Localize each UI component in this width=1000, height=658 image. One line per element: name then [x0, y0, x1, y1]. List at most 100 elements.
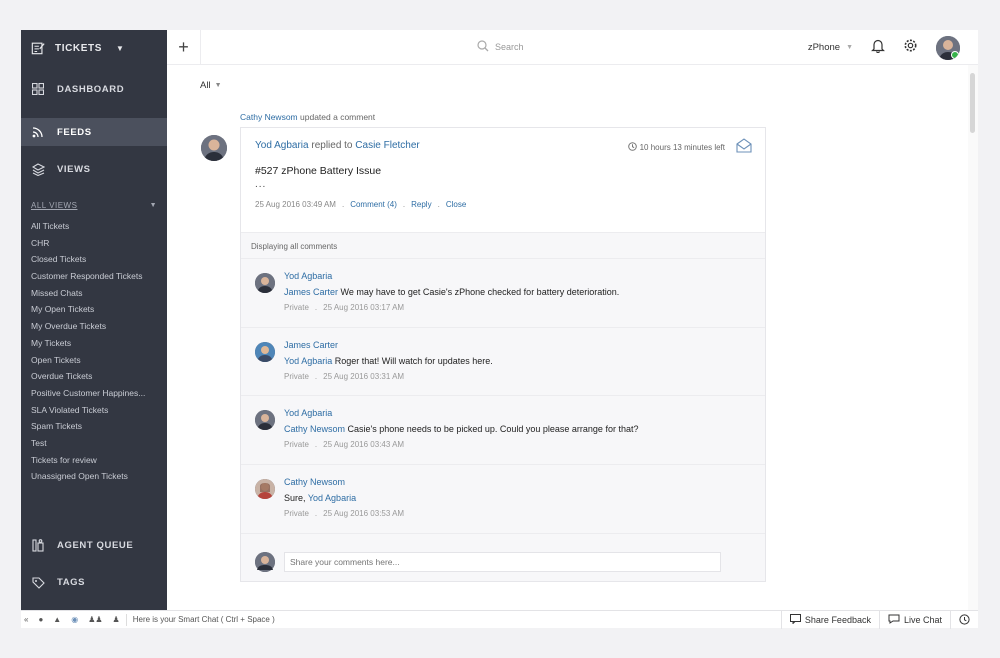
feed-panel: All ▼ Cathy Newsom updated a comment Yod… — [167, 65, 968, 610]
ticket-note-icon — [31, 41, 45, 55]
divider — [125, 613, 127, 626]
share-comment-input[interactable] — [284, 552, 721, 572]
live-chat-button[interactable]: Live Chat — [878, 611, 950, 629]
view-item[interactable]: My Overdue Tickets — [21, 318, 167, 335]
bot-icon[interactable]: ● — [38, 615, 43, 624]
view-item[interactable]: Closed Tickets — [21, 251, 167, 268]
activity-actor-link[interactable]: Cathy Newsom — [240, 112, 298, 122]
bell-icon[interactable]: ▲ — [53, 615, 61, 624]
sidebar-item-views[interactable]: VIEWS — [21, 155, 167, 183]
avatar[interactable] — [255, 479, 275, 500]
ticket-meta: 25 Aug 2016 03:49 AM . Comment (4) . Rep… — [255, 200, 751, 209]
close-link[interactable]: Close — [446, 200, 466, 209]
views-list: All Tickets CHR Closed Tickets Customer … — [21, 218, 167, 485]
sidebar-item-feeds[interactable]: FEEDS — [21, 118, 167, 146]
avatar[interactable] — [255, 273, 275, 293]
comment-item: James Carter Yod Agbaria Roger that! Wil… — [241, 328, 765, 397]
chevron-down-icon: ▼ — [115, 43, 125, 53]
comment-date: 25 Aug 2016 03:31 AM — [323, 371, 405, 381]
email-open-icon[interactable] — [736, 138, 752, 158]
recipient-link[interactable]: Casie Fletcher — [355, 140, 419, 151]
tag-icon — [31, 575, 45, 589]
comment-link[interactable]: Comment (4) — [350, 200, 397, 209]
comment-visibility: Private — [284, 440, 309, 450]
comment-author[interactable]: Yod Agbaria — [284, 271, 765, 281]
smart-chat-hint[interactable]: Here is your Smart Chat ( Ctrl + Space ) — [133, 615, 275, 624]
share-feedback-button[interactable]: Share Feedback — [780, 611, 879, 629]
search-box[interactable]: Search — [477, 40, 524, 54]
ticket-subject[interactable]: #527 zPhone Battery Issue — [255, 165, 751, 177]
scrollbar-thumb[interactable] — [970, 73, 975, 133]
comment-visibility: Private — [284, 371, 309, 381]
feed-filter-label: All — [200, 80, 211, 91]
separator: . — [341, 200, 345, 209]
bell-icon[interactable] — [871, 38, 885, 58]
comments-section: Displaying all comments Yod Agbaria Jame… — [241, 232, 765, 581]
share-comment-row — [241, 544, 765, 581]
collapse-icon[interactable]: « — [24, 615, 28, 624]
comment-author[interactable]: Yod Agbaria — [284, 408, 765, 418]
globe-icon[interactable]: ◉ — [71, 615, 78, 624]
due-timer: 10 hours 13 minutes left — [627, 142, 725, 153]
sidebar-item-agent-queue[interactable]: AGENT QUEUE — [21, 531, 167, 559]
replier-link[interactable]: Yod Agbaria — [255, 140, 309, 151]
mention-link[interactable]: Cathy Newsom — [284, 424, 345, 434]
view-item[interactable]: CHR — [21, 235, 167, 252]
sidebar-item-dashboard[interactable]: DASHBOARD — [21, 73, 167, 105]
view-item[interactable]: Positive Customer Happines... — [21, 385, 167, 402]
gear-icon[interactable] — [903, 38, 918, 58]
view-item[interactable]: Spam Tickets — [21, 418, 167, 435]
comment-visibility: Private — [284, 509, 309, 519]
view-item[interactable]: Overdue Tickets — [21, 368, 167, 385]
comment-item: Yod Agbaria James Carter We may have to … — [241, 259, 765, 328]
sidebar-item-tags[interactable]: TAGS — [21, 568, 167, 596]
view-item[interactable]: All Tickets — [21, 218, 167, 235]
view-item[interactable]: Unassigned Open Tickets — [21, 468, 167, 485]
separator: . — [314, 440, 318, 450]
rss-icon — [31, 125, 45, 139]
view-item[interactable]: Tickets for review — [21, 452, 167, 469]
user-avatar[interactable] — [936, 35, 960, 60]
avatar[interactable] — [255, 341, 275, 362]
view-item[interactable]: Customer Responded Tickets — [21, 268, 167, 285]
history-button[interactable] — [950, 611, 978, 629]
department-switcher[interactable]: zPhone ▼ — [808, 42, 853, 53]
live-chat-label: Live Chat — [903, 615, 942, 625]
comment-meta: Private . 25 Aug 2016 03:17 AM — [284, 303, 765, 312]
feed-filter[interactable]: All ▼ — [200, 80, 222, 91]
user-icon[interactable]: ♟ — [113, 615, 120, 624]
mention-link[interactable]: Yod Agbaria — [308, 493, 356, 503]
view-item[interactable]: SLA Violated Tickets — [21, 402, 167, 419]
plus-icon: + — [178, 36, 189, 57]
comment-body: Sure, — [284, 493, 306, 504]
comment-author[interactable]: James Carter — [284, 340, 765, 350]
view-item[interactable]: My Tickets — [21, 335, 167, 352]
module-switcher[interactable]: TICKETS ▼ — [21, 30, 167, 66]
comment-text: Sure, Yod Agbaria — [284, 493, 765, 503]
feed-card: Yod Agbaria replied to Casie Fletcher 10… — [240, 127, 766, 582]
clock-icon — [627, 142, 637, 153]
comment-body: Roger that! Will watch for updates here. — [334, 355, 493, 366]
reply-link[interactable]: Reply — [411, 200, 431, 209]
group-icon[interactable]: ♟♟ — [88, 615, 102, 624]
comment-date: 25 Aug 2016 03:53 AM — [323, 509, 405, 519]
view-item[interactable]: Open Tickets — [21, 352, 167, 369]
avatar[interactable] — [255, 410, 275, 431]
view-item[interactable]: Test — [21, 435, 167, 452]
activity-action: updated a comment — [300, 112, 376, 122]
department-label: zPhone — [807, 42, 841, 53]
mention-link[interactable]: Yod Agbaria — [284, 356, 332, 366]
avatar[interactable] — [201, 135, 227, 161]
chevron-down-icon: ▼ — [846, 44, 853, 51]
all-views-label: ALL VIEWS — [31, 201, 78, 210]
mention-link[interactable]: James Carter — [284, 287, 338, 297]
sidebar-item-label: TAGS — [57, 576, 86, 588]
chevron-down-icon: ▼ — [149, 202, 157, 209]
view-item[interactable]: My Open Tickets — [21, 301, 167, 318]
all-views-header[interactable]: ALL VIEWS ▼ — [21, 201, 167, 210]
separator: . — [402, 200, 406, 209]
comment-author[interactable]: Cathy Newsom — [284, 477, 765, 487]
scrollbar[interactable] — [968, 65, 978, 610]
view-item[interactable]: Missed Chats — [21, 285, 167, 302]
new-item-button[interactable]: + — [167, 29, 201, 65]
